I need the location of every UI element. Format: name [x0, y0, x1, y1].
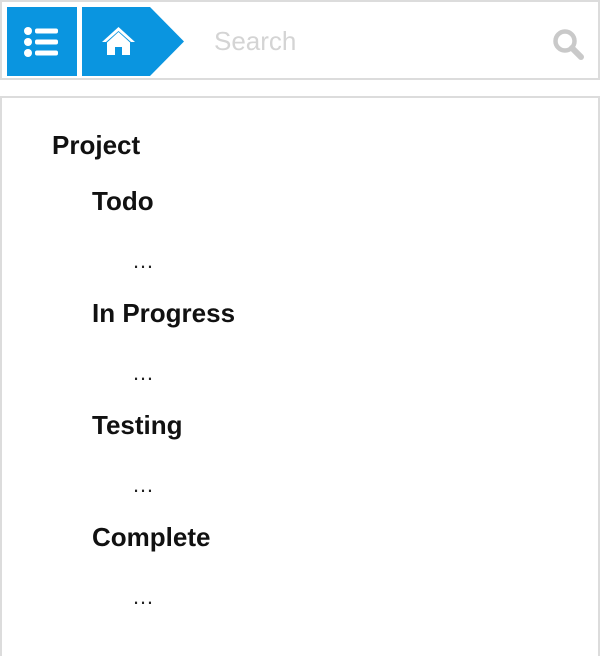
search-icon[interactable] — [552, 28, 584, 60]
tree-node-complete[interactable]: Complete — [92, 522, 210, 553]
tree-node-in-progress[interactable]: In Progress — [92, 298, 235, 329]
list-icon — [24, 26, 58, 57]
tree-collapsed-items-testing[interactable]: … — [132, 472, 155, 498]
tree-node-testing[interactable]: Testing — [92, 410, 183, 441]
list-menu-button[interactable] — [7, 7, 77, 76]
search-input[interactable] — [202, 16, 532, 66]
tree-collapsed-items-complete[interactable]: … — [132, 584, 155, 610]
toolbar — [0, 0, 600, 80]
home-icon — [102, 27, 135, 55]
tree-root-project[interactable]: Project — [52, 130, 140, 161]
tree-collapsed-items-todo[interactable]: … — [132, 248, 155, 274]
tree-node-todo[interactable]: Todo — [92, 186, 154, 217]
tree-collapsed-items-in-progress[interactable]: … — [132, 360, 155, 386]
home-breadcrumb-button[interactable] — [82, 7, 184, 76]
project-tree-panel: Project Todo … In Progress … Testing … C… — [0, 96, 600, 656]
